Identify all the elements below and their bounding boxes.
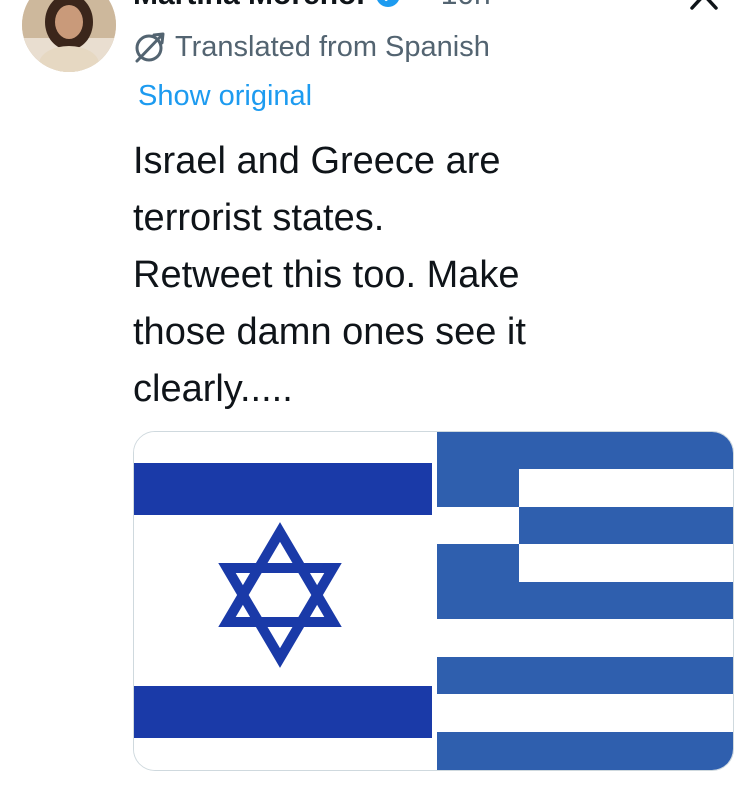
- tweet-media-image[interactable]: [133, 431, 734, 771]
- show-original-link[interactable]: Show original: [138, 80, 312, 113]
- author-name[interactable]: Martina Moreno.: [133, 0, 365, 12]
- translation-notice-text: Translated from Spanish: [175, 30, 490, 63]
- translate-icon: [133, 30, 167, 64]
- author-line[interactable]: Martina Moreno. 10h: [133, 0, 491, 12]
- greece-flag: [437, 432, 733, 770]
- verified-badge-icon: [375, 0, 401, 8]
- close-icon[interactable]: [686, 0, 722, 10]
- israel-flag: [134, 432, 432, 770]
- tweet-timestamp[interactable]: 10h: [441, 0, 491, 12]
- author-avatar[interactable]: [22, 0, 116, 72]
- translation-notice: Translated from Spanish: [133, 30, 490, 64]
- tweet-text: Israel and Greece are terrorist states. …: [133, 140, 526, 410]
